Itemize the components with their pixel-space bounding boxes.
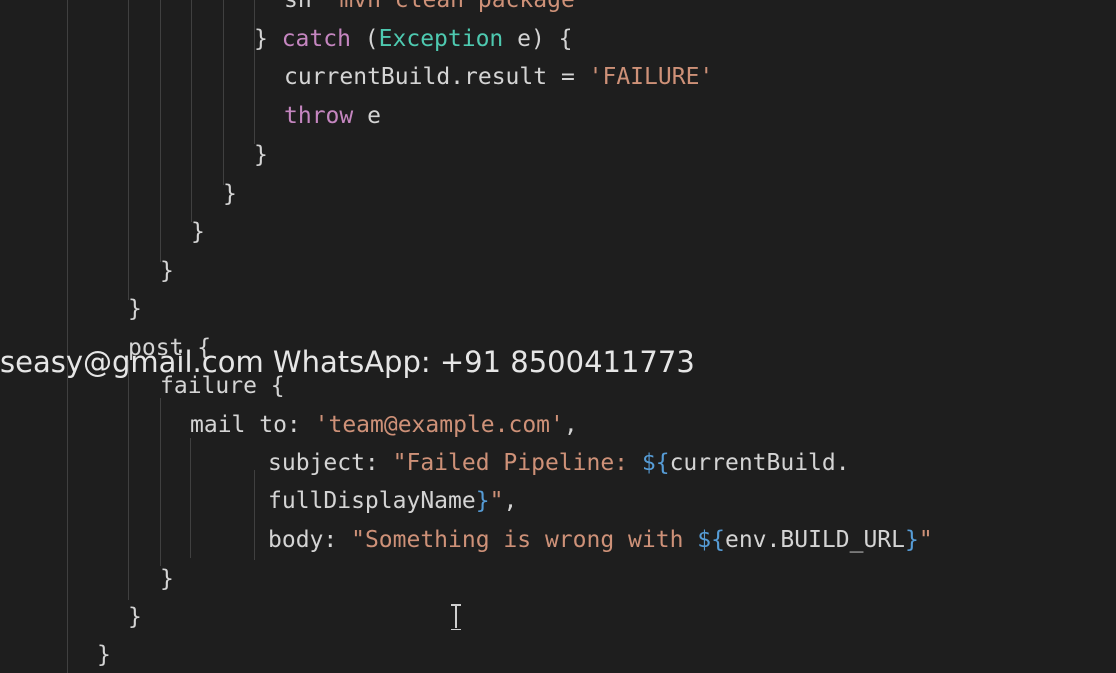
code-line: }: [223, 177, 237, 211]
code-line: }: [128, 292, 142, 326]
code-token: }: [191, 219, 205, 245]
code-token: "Failed Pipeline:: [392, 450, 642, 476]
code-token: e) {: [503, 26, 573, 52]
code-token: ": [489, 488, 504, 514]
code-token: sh: [284, 0, 326, 13]
code-token: ${: [641, 450, 670, 476]
code-token: ": [918, 527, 933, 553]
code-token: }: [128, 604, 142, 630]
code-token: currentBuild.result =: [284, 64, 589, 90]
code-token: }: [223, 181, 237, 207]
code-token: Exception: [378, 26, 504, 52]
code-token: ,: [503, 488, 518, 514]
code-token: }: [475, 488, 490, 514]
code-token: 'team@example.com': [314, 412, 564, 438]
code-line: }: [97, 638, 111, 672]
code-line: mail to: 'team@example.com',: [190, 408, 578, 442]
code-token: 'FAILURE': [588, 64, 714, 90]
code-token: }: [254, 26, 282, 52]
code-token: ,: [563, 412, 578, 438]
code-token: 'mvn clean package': [325, 0, 589, 13]
code-line: subject: "Failed Pipeline: ${currentBuil…: [268, 446, 850, 480]
code-line: }: [191, 215, 205, 249]
code-token: fullDisplayName: [268, 488, 476, 514]
code-token: env.BUILD_URL: [724, 527, 905, 553]
code-editor[interactable]: sh 'mvn clean package'} catch (Exception…: [0, 0, 1116, 673]
code-line: currentBuild.result = 'FAILURE': [284, 60, 713, 94]
indent-guide-line: [190, 438, 191, 558]
text-cursor-icon: [451, 604, 461, 630]
code-line: sh 'mvn clean package': [284, 0, 589, 17]
code-line: }: [160, 562, 174, 596]
code-line: fullDisplayName}",: [268, 484, 517, 518]
code-token: subject:: [268, 450, 393, 476]
code-token: }: [128, 296, 142, 322]
indent-guide-line: [160, 398, 161, 566]
code-line: }: [128, 600, 142, 634]
indent-guide-line: [128, 0, 129, 300]
code-token: (: [350, 26, 379, 52]
indent-guide-line: [223, 0, 224, 185]
indent-guide-line: [254, 470, 255, 560]
code-line: throw e: [284, 99, 381, 133]
code-token: }: [254, 142, 268, 168]
watermark-text: seasy@gmail.com WhatsApp: +91 8500411773: [0, 345, 695, 379]
code-token: e: [353, 103, 381, 129]
indent-guide-line: [67, 0, 68, 673]
indent-guide-line: [191, 0, 192, 222]
code-token: }: [97, 642, 111, 668]
code-line: } catch (Exception e) {: [254, 22, 573, 56]
code-token: mail to:: [190, 412, 315, 438]
code-line: }: [254, 138, 268, 172]
code-token: ${: [697, 527, 725, 553]
code-token: }: [905, 527, 919, 553]
code-token: catch: [281, 26, 351, 52]
code-token: currentBuild.: [669, 450, 850, 476]
code-token: body:: [268, 527, 352, 553]
indent-guide-line: [160, 0, 161, 262]
code-token: }: [160, 258, 174, 284]
code-line: }: [160, 254, 174, 288]
code-token: "Something is wrong with: [351, 527, 698, 553]
indent-guide-line: [128, 360, 129, 600]
code-line: body: "Something is wrong with ${env.BUI…: [268, 523, 933, 557]
code-token: throw: [284, 103, 354, 129]
code-token: }: [160, 566, 174, 592]
